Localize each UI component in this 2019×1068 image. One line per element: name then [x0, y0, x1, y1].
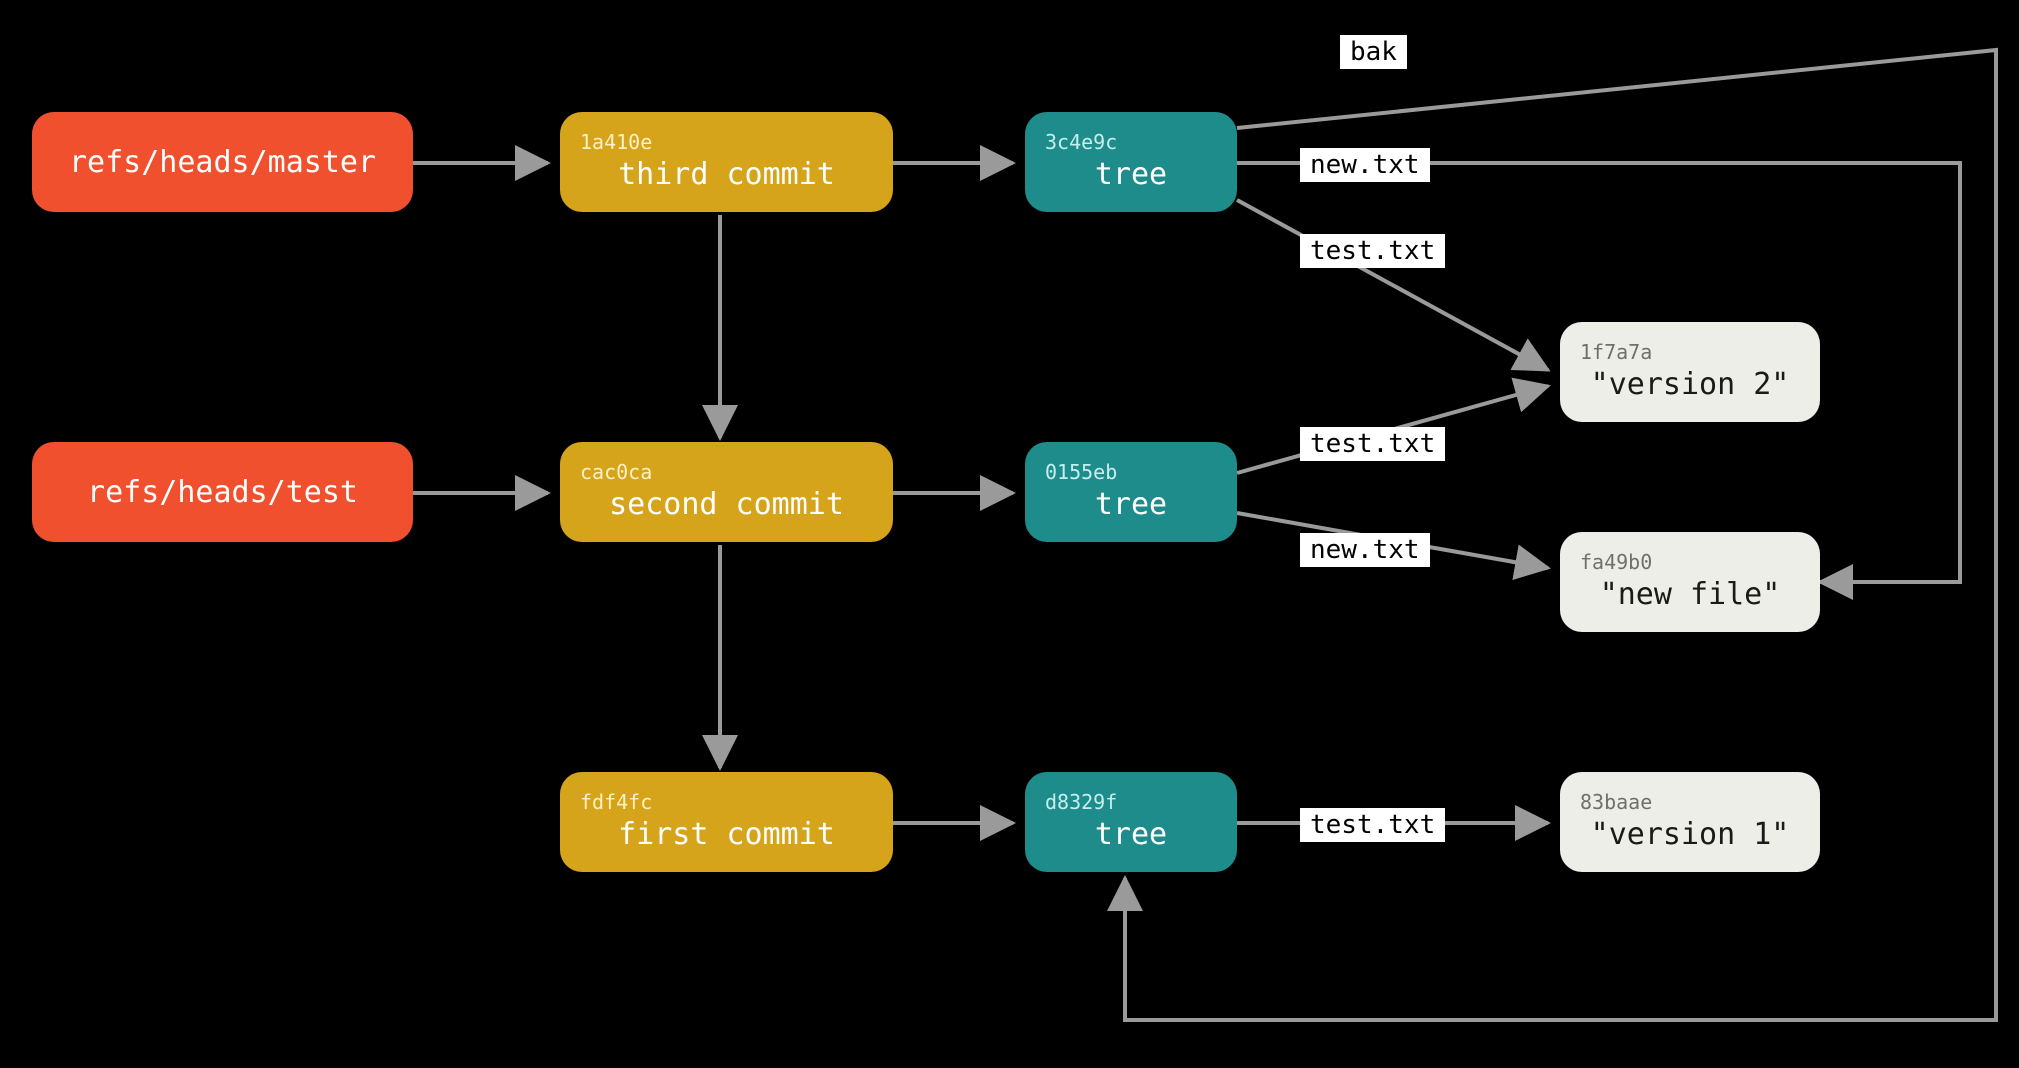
tree-d8329f: d8329f tree — [1025, 772, 1237, 872]
blob-version-2: 1f7a7a "version 2" — [1560, 322, 1820, 422]
blob-version-1: 83baae "version 1" — [1560, 772, 1820, 872]
ref-label: refs/heads/master — [69, 146, 376, 179]
blob-hash: fa49b0 — [1580, 552, 1652, 572]
edge-label-new-txt: new.txt — [1300, 533, 1430, 567]
tree-label: tree — [1095, 818, 1167, 851]
blob-label: "version 1" — [1591, 818, 1790, 851]
commit-third: 1a410e third commit — [560, 112, 893, 212]
tree-0155eb: 0155eb tree — [1025, 442, 1237, 542]
tree-label: tree — [1095, 158, 1167, 191]
blob-new-file: fa49b0 "new file" — [1560, 532, 1820, 632]
blob-hash: 1f7a7a — [1580, 342, 1652, 362]
edge-label-new-txt: new.txt — [1300, 148, 1430, 182]
commit-hash: fdf4fc — [580, 792, 652, 812]
edge-label-test-txt: test.txt — [1300, 234, 1445, 268]
commit-hash: cac0ca — [580, 462, 652, 482]
commit-label: first commit — [618, 818, 835, 851]
commit-hash: 1a410e — [580, 132, 652, 152]
commit-first: fdf4fc first commit — [560, 772, 893, 872]
blob-hash: 83baae — [1580, 792, 1652, 812]
git-object-diagram: refs/heads/master refs/heads/test 1a410e… — [0, 0, 2019, 1068]
ref-master: refs/heads/master — [32, 112, 413, 212]
ref-test: refs/heads/test — [32, 442, 413, 542]
commit-second: cac0ca second commit — [560, 442, 893, 542]
edge-label-test-txt: test.txt — [1300, 427, 1445, 461]
edge-label-bak: bak — [1340, 35, 1407, 69]
tree-label: tree — [1095, 488, 1167, 521]
ref-label: refs/heads/test — [87, 476, 358, 509]
tree-3c4e9c: 3c4e9c tree — [1025, 112, 1237, 212]
blob-label: "version 2" — [1591, 368, 1790, 401]
commit-label: second commit — [609, 488, 844, 521]
tree-hash: d8329f — [1045, 792, 1117, 812]
tree-hash: 0155eb — [1045, 462, 1117, 482]
commit-label: third commit — [618, 158, 835, 191]
tree-hash: 3c4e9c — [1045, 132, 1117, 152]
blob-label: "new file" — [1600, 578, 1781, 611]
edge-label-test-txt: test.txt — [1300, 808, 1445, 842]
